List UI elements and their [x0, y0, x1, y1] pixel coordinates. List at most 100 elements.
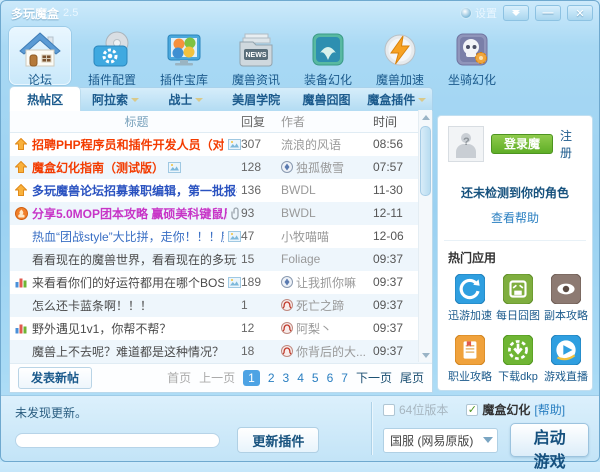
new-post-button[interactable]: 发表新帖 — [18, 367, 92, 389]
launch-game-button[interactable]: 启动游戏 — [510, 423, 589, 457]
toolbar-item-config[interactable]: 插件配置 — [81, 27, 143, 85]
close-icon: ✕ — [575, 7, 584, 20]
post-author[interactable]: 阿梨丶 — [281, 320, 373, 337]
toolbar-item-forum[interactable]: 论坛 — [9, 27, 71, 85]
post-title[interactable]: 看看现在的魔兽世界，看看现在的多玩论坛，忽然想起... — [32, 251, 237, 268]
post-replies: 18 — [241, 344, 281, 358]
toolbar-item-treasury[interactable]: 插件宝库 — [153, 27, 215, 85]
page-number-7[interactable]: 7 — [341, 371, 348, 385]
tab-server[interactable]: 阿拉索 — [80, 87, 150, 111]
toolbar-item-label: 装备幻化 — [304, 71, 352, 88]
toolbar-item-speedup[interactable]: 魔兽加速 — [369, 27, 431, 85]
forum-post-row[interactable]: 热血“团战style”大比拼，走你！！！魔兽世界PK军团... 47 小牧喵喵 … — [10, 225, 432, 248]
page-number-4[interactable]: 4 — [297, 371, 304, 385]
forum-post-row[interactable]: 魔兽上不去呢？难道都是这种情况？ 18 你背后的大... 09:37 — [10, 340, 432, 363]
post-author[interactable]: 你背后的大... — [281, 343, 373, 360]
scroll-down-button[interactable] — [419, 348, 433, 362]
login-button[interactable]: 登录魔盒 — [491, 134, 553, 154]
chevron-down-icon — [418, 98, 426, 102]
pagination-bar: 发表新帖 首页上一页 1234567 下一页尾页 — [10, 363, 432, 392]
forum-post-row[interactable]: 看看现在的魔兽世界，看看现在的多玩论坛，忽然想起... 15 Foliage 0… — [10, 248, 432, 271]
settings-button[interactable]: 设置 — [460, 5, 497, 21]
hot-app-jiong[interactable]: 每日囧图 — [496, 274, 540, 323]
page-prev[interactable]: 上一页 — [199, 369, 235, 386]
page-last[interactable]: 尾页 — [400, 369, 424, 386]
post-title[interactable]: 招聘PHP程序员和插件开发人员（对魔兽世界有激情... — [32, 136, 224, 153]
jiong-face-icon — [496, 274, 540, 304]
toolbar-item-news[interactable]: NEWS 魔兽资讯 — [225, 27, 287, 85]
poll-icon — [10, 322, 32, 334]
page-number-2[interactable]: 2 — [268, 371, 275, 385]
hot-app-xunyou[interactable]: 迅游加速 — [448, 274, 492, 323]
forum-post-row[interactable]: 招聘PHP程序员和插件开发人员（对魔兽世界有激情... 307 流浪的风语 08… — [10, 133, 432, 156]
tab-label: 魔兽囧图 — [302, 91, 350, 108]
forum-post-row[interactable]: 多玩魔兽论坛招募兼职编辑，第一批报名结束，正... 136 BWDL 11-30 — [10, 179, 432, 202]
page-next[interactable]: 下一页 — [356, 369, 392, 386]
post-title[interactable]: 分享5.0MOP团本攻略 赢硕美科键鼠周边（更新第... — [32, 205, 227, 222]
forum-post-row[interactable]: 分享5.0MOP团本攻略 赢硕美科键鼠周边（更新第... 93 BWDL 12-… — [10, 202, 432, 225]
post-title[interactable]: 魔兽上不去呢？难道都是这种情况？ — [32, 343, 224, 360]
post-title[interactable]: 来看看你们的好运符都用在哪个BOSS身上了 — [32, 274, 224, 291]
post-author[interactable]: 独孤傲雪 — [281, 159, 373, 176]
post-author[interactable]: 小牧喵喵 — [281, 228, 373, 245]
skin-menu-button[interactable] — [503, 5, 529, 21]
post-time: 12-11 — [373, 206, 417, 220]
toolbar-item-mount[interactable]: 坐骑幻化 — [441, 27, 503, 85]
tab-class[interactable]: 战士 — [151, 87, 221, 111]
horde-faction-icon — [281, 299, 293, 311]
scrollbar-thumb[interactable] — [420, 126, 431, 196]
header-title: 标题 — [32, 113, 241, 130]
post-title[interactable]: 魔盒幻化指南（测试版） — [32, 159, 164, 176]
post-author[interactable]: 让我抓你嘛 — [281, 274, 373, 291]
update-plugins-button[interactable]: 更新插件 — [237, 427, 319, 453]
help-link[interactable]: 查看帮助 — [448, 209, 582, 226]
minimize-button[interactable]: — — [535, 5, 561, 21]
post-title[interactable]: 多玩魔兽论坛招募兼职编辑，第一批报名结束，正... — [32, 182, 237, 199]
tab-hot[interactable]: 热帖区 — [10, 87, 80, 111]
post-replies: 189 — [241, 275, 281, 289]
page-number-6[interactable]: 6 — [327, 371, 334, 385]
tab-label: 热帖区 — [27, 91, 63, 108]
forum-post-row[interactable]: 魔盒幻化指南（测试版） 128 独孤傲雪 07:57 — [10, 156, 432, 179]
tab-jiongtu[interactable]: 魔兽囧图 — [291, 87, 361, 111]
post-author[interactable]: 流浪的风语 — [281, 136, 373, 153]
scrollbar[interactable] — [418, 110, 432, 362]
post-title[interactable]: 野外遇见1v1，你帮不帮？ — [32, 320, 171, 337]
treasury-icon — [162, 30, 206, 70]
forum-post-row[interactable]: 野外遇见1v1，你帮不帮？ 12 阿梨丶 09:37 — [10, 317, 432, 340]
page-number-1[interactable]: 1 — [243, 370, 260, 386]
checkbox-64bit-label[interactable]: 64位版本 — [399, 401, 448, 418]
checkbox-transmog-label[interactable]: 魔盒幻化 — [482, 401, 530, 418]
hot-app-fuben[interactable]: 副本攻略 — [544, 274, 588, 323]
question-mark-icon: ? — [463, 136, 470, 148]
hot-app-zhibo[interactable]: 游戏直播 — [544, 335, 588, 384]
post-author[interactable]: 死亡之蹄 — [281, 297, 373, 314]
page-first[interactable]: 首页 — [167, 369, 191, 386]
hot-app-zhiye[interactable]: 职业攻略 — [448, 335, 492, 384]
post-title[interactable]: 怎么还卡蓝条啊！！！ — [32, 297, 152, 314]
scroll-up-button[interactable] — [419, 110, 433, 124]
close-button[interactable]: ✕ — [567, 5, 593, 21]
update-status-text: 未发现更新。 — [15, 404, 365, 421]
post-author[interactable]: BWDL — [281, 183, 373, 197]
register-link[interactable]: 注册 — [560, 127, 582, 161]
eye-icon — [544, 274, 588, 304]
post-author[interactable]: BWDL — [281, 206, 373, 220]
hot-apps-title: 热门应用 — [448, 249, 582, 266]
toolbar-item-transmog[interactable]: 装备幻化 — [297, 27, 359, 85]
forum-post-row[interactable]: 怎么还卡蓝条啊！！！ 1 死亡之蹄 09:37 — [10, 294, 432, 317]
post-replies: 47 — [241, 229, 281, 243]
page-number-3[interactable]: 3 — [283, 371, 290, 385]
post-replies: 12 — [241, 321, 281, 335]
post-author[interactable]: Foliage — [281, 252, 373, 266]
post-title[interactable]: 热血“团战style”大比拼，走你！！！魔兽世界PK军团... — [32, 228, 224, 245]
forum-post-row[interactable]: 来看看你们的好运符都用在哪个BOSS身上了 189 让我抓你嘛 09:37 — [10, 271, 432, 294]
page-number-5[interactable]: 5 — [312, 371, 319, 385]
server-select[interactable]: 国服 (网易原版) — [383, 428, 498, 453]
transmog-help-link[interactable]: [帮助] — [534, 401, 565, 418]
checkbox-transmog[interactable]: ✓ — [466, 404, 478, 416]
checkbox-64bit[interactable] — [383, 404, 395, 416]
hot-app-dkp[interactable]: 下载dkp — [496, 335, 540, 384]
tab-meimei[interactable]: 美眉学院 — [221, 87, 291, 111]
tab-plugins[interactable]: 魔盒插件 — [362, 87, 432, 111]
